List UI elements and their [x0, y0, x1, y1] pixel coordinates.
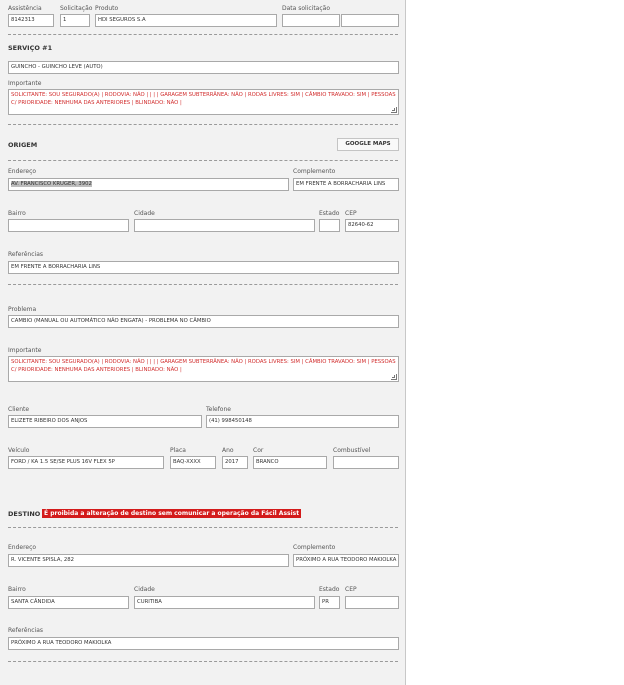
destino-bairro-field[interactable]: SANTA CÂNDIDA [8, 596, 129, 609]
origem-title: ORIGEM [8, 141, 38, 149]
solicitacao-field[interactable]: 1 [60, 14, 90, 27]
combustivel-field[interactable] [333, 456, 399, 469]
origem-cep-label: CEP [345, 210, 357, 217]
destino-estado-field[interactable]: PR [319, 596, 340, 609]
divider [8, 124, 398, 125]
solicitacao-label: Solicitação [60, 5, 93, 12]
service-form-panel: Assistência 8142313 Solicitação 1 Produt… [0, 0, 406, 685]
problema-field[interactable]: CAMBIO (MANUAL OU AUTOMÁTICO NÃO ENGATA)… [8, 315, 399, 328]
assistencia-field[interactable]: 8142313 [8, 14, 54, 27]
cliente-label: Cliente [8, 406, 30, 413]
origem-estado-field[interactable] [319, 219, 340, 232]
problema-label: Problema [8, 306, 37, 313]
ano-field[interactable]: 2017 [222, 456, 248, 469]
problema-importante-text: SOLICITANTE: SOU SEGURADO(A) | RODOVIA: … [11, 359, 396, 373]
produto-field[interactable]: HDI SEGUROS S.A [95, 14, 277, 27]
cor-field[interactable]: BRANCO [253, 456, 327, 469]
servico-title: SERVIÇO #1 [8, 44, 53, 52]
resize-grip-icon[interactable] [391, 107, 397, 113]
servico-importante-label: Importante [8, 80, 42, 87]
cliente-field[interactable]: ELIZETE RIBEIRO DOS ANJOS [8, 415, 202, 428]
destino-title: DESTINO [8, 510, 41, 518]
veiculo-field[interactable]: FORD / KA 1.5 SE/SE PLUS 16V FLEX 5P [8, 456, 164, 469]
resize-grip-icon[interactable] [391, 374, 397, 380]
origem-endereco-field[interactable]: AV. FRANCISCO KRUGER, 3902 [8, 178, 289, 191]
destino-warning-badge: É proibida a alteração de destino sem co… [42, 509, 302, 518]
servico-importante-textarea[interactable]: SOLICITANTE: SOU SEGURADO(A) | RODOVIA: … [8, 89, 399, 115]
problema-importante-label: Importante [8, 347, 42, 354]
destino-cidade-label: Cidade [134, 586, 155, 593]
destino-cep-label: CEP [345, 586, 357, 593]
origem-estado-label: Estado [319, 210, 340, 217]
placa-label: Placa [170, 447, 186, 454]
servico-importante-text: SOLICITANTE: SOU SEGURADO(A) | RODOVIA: … [11, 92, 396, 106]
google-maps-button[interactable]: GOOGLE MAPS [337, 138, 399, 151]
hora-solicitacao-field[interactable] [341, 14, 399, 27]
destino-endereco-field[interactable]: R. VICENTE SPISLA, 282 [8, 554, 289, 567]
destino-cep-field[interactable] [345, 596, 399, 609]
ano-label: Ano [222, 447, 234, 454]
origem-endereco-value: AV. FRANCISCO KRUGER, 3902 [11, 181, 92, 187]
divider [8, 160, 398, 161]
destino-complemento-label: Complemento [293, 544, 336, 551]
origem-referencias-label: Referências [8, 251, 43, 258]
telefone-label: Telefone [206, 406, 231, 413]
veiculo-label: Veículo [8, 447, 30, 454]
destino-referencias-label: Referências [8, 627, 43, 634]
combustivel-label: Combustível [333, 447, 371, 454]
destino-estado-label: Estado [319, 586, 340, 593]
assistencia-label: Assistência [8, 5, 42, 12]
divider [8, 527, 398, 528]
divider [8, 34, 398, 35]
destino-cidade-field[interactable]: CURITIBA [134, 596, 315, 609]
destino-referencias-field[interactable]: PRÓXIMO A RUA TEODORO MAKIOLKA [8, 637, 399, 650]
destino-endereco-label: Endereço [8, 544, 37, 551]
destino-bairro-label: Bairro [8, 586, 26, 593]
origem-bairro-label: Bairro [8, 210, 26, 217]
origem-bairro-field[interactable] [8, 219, 129, 232]
origem-complemento-label: Complemento [293, 168, 336, 175]
origem-referencias-field[interactable]: EM FRENTE A BORRACHARIA LINS [8, 261, 399, 274]
data-solicitacao-field[interactable] [282, 14, 340, 27]
divider [8, 284, 398, 285]
cor-label: Cor [253, 447, 264, 454]
servico-field[interactable]: GUINCHO - GUINCHO LEVE (AUTO) [8, 61, 399, 74]
produto-label: Produto [95, 5, 119, 12]
telefone-field[interactable]: (41) 998450148 [206, 415, 399, 428]
origem-cep-field[interactable]: 82640-62 [345, 219, 399, 232]
origem-cidade-label: Cidade [134, 210, 155, 217]
placa-field[interactable]: BAQ-XXXX [170, 456, 216, 469]
destino-complemento-field[interactable]: PRÓXIMO A RUA TEODORO MAKIOLKA [293, 554, 399, 567]
origem-cidade-field[interactable] [134, 219, 315, 232]
divider [8, 661, 398, 662]
data-solicitacao-label: Data solicitação [282, 5, 331, 12]
problema-importante-textarea[interactable]: SOLICITANTE: SOU SEGURADO(A) | RODOVIA: … [8, 356, 399, 382]
origem-endereco-label: Endereço [8, 168, 37, 175]
origem-complemento-field[interactable]: EM FRENTE A BORRACHARIA LINS [293, 178, 399, 191]
